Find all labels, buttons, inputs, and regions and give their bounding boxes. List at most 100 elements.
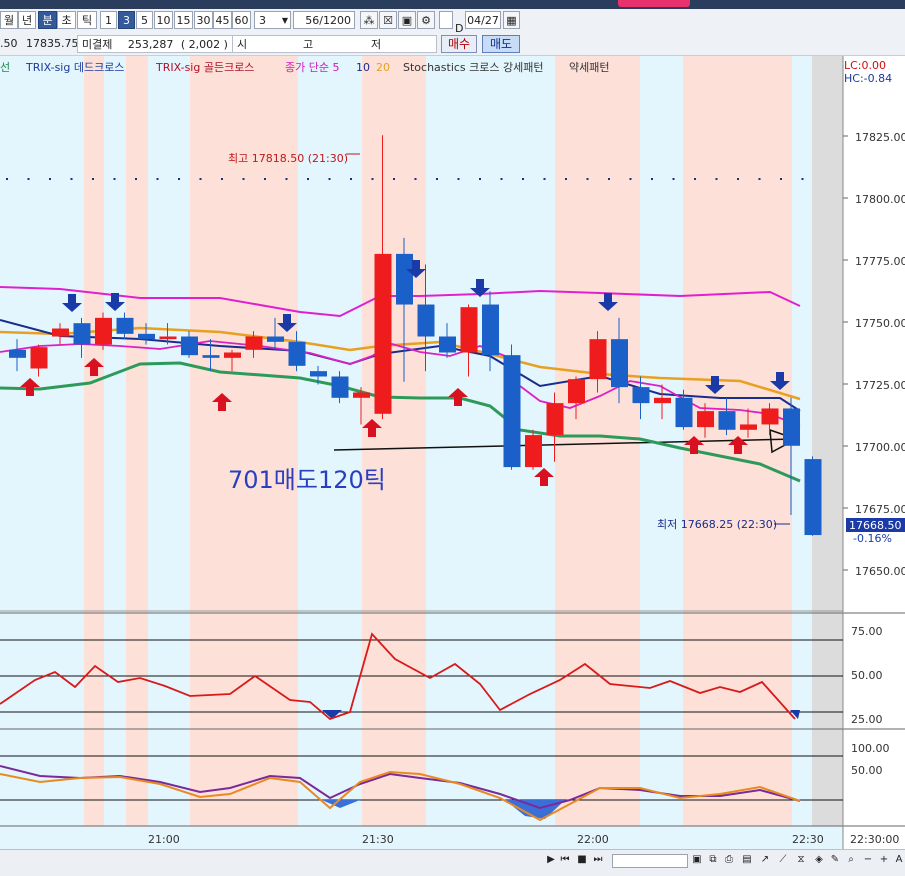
candle-body — [589, 339, 607, 380]
axis-anchor — [0, 56, 4, 57]
print-icon[interactable]: ⎙ — [722, 852, 736, 868]
dotted-level-marker — [500, 178, 503, 180]
price-tick: 17725.00 — [855, 379, 905, 392]
candle-body — [73, 323, 91, 345]
candle-body — [245, 336, 263, 350]
legend-stoch-bear: 약세패턴 — [569, 60, 609, 74]
sell-button[interactable]: 매도 — [482, 35, 520, 53]
low-label: 저 — [371, 38, 382, 51]
window-title-bar — [0, 0, 905, 9]
dotted-level-marker — [92, 178, 94, 180]
dotted-level-marker — [199, 178, 202, 180]
price-tick: 17750.00 — [855, 317, 905, 330]
current-price: 17835.75 — [26, 37, 79, 50]
chevron-down-icon: ▼ — [281, 16, 288, 25]
layout-icon[interactable]: ▣ — [690, 852, 704, 868]
trend-tool-icon[interactable]: ⟋ — [776, 852, 790, 868]
dotted-level-marker — [758, 178, 761, 180]
zoom-icon[interactable]: ⌕ — [844, 852, 858, 868]
dotted-level-marker — [672, 178, 675, 180]
interval-button-3[interactable]: 3 — [118, 11, 135, 29]
candle-body — [95, 317, 112, 345]
period-button-minute[interactable]: 분 — [38, 11, 57, 29]
candle-body — [353, 392, 370, 398]
dotted-level-marker — [780, 178, 782, 180]
chart-settings-icon[interactable]: ⁂ — [360, 11, 378, 29]
candle-body — [224, 352, 241, 358]
date-checkbox[interactable] — [439, 11, 453, 29]
plus-icon[interactable]: + — [878, 852, 890, 868]
interval-button-5[interactable]: 5 — [136, 11, 153, 29]
candle-body — [697, 411, 714, 428]
dotted-level-marker — [6, 178, 8, 180]
stoch-tick: 75.00 — [851, 625, 883, 638]
dotted-level-marker — [393, 178, 395, 180]
interval-button-10[interactable]: 10 — [154, 11, 173, 29]
interval-button-45[interactable]: 45 — [213, 11, 232, 29]
fib-tool-icon[interactable]: ⧖ — [794, 852, 808, 868]
title-bar-button[interactable] — [618, 0, 690, 7]
candle-body — [417, 304, 435, 337]
paint-icon[interactable]: ✎ — [828, 852, 842, 868]
current-price-tag: 17668.50 — [849, 519, 902, 532]
interval-button-60[interactable]: 60 — [232, 11, 251, 29]
lc-label: LC:0.00 — [844, 59, 886, 72]
open-label: 시 — [237, 38, 248, 51]
interval-button-1[interactable]: 1 — [100, 11, 117, 29]
buy-button[interactable]: 매수 — [441, 35, 477, 53]
scroll-first-icon[interactable]: ⏮ — [559, 852, 571, 868]
interval-select[interactable]: 3 ▼ — [254, 11, 291, 29]
high-annotation: 최고 17818.50 (21:30) — [228, 152, 348, 165]
dotted-level-marker — [70, 178, 73, 180]
period-button-second[interactable]: 초 — [57, 11, 76, 29]
dotted-level-marker — [49, 178, 51, 180]
legend-trix-dead: TRIX-sig 데드크로스 — [25, 61, 124, 74]
dotted-level-marker — [543, 178, 546, 180]
open-interest-label: 미결제 — [82, 38, 113, 51]
period-button-tick[interactable]: 틱 — [77, 11, 97, 29]
period-button-month[interactable]: 월 — [0, 11, 18, 29]
gear-icon[interactable]: ⚙ — [417, 11, 435, 29]
candle-body — [310, 371, 327, 377]
save-icon[interactable]: ▣ — [398, 11, 416, 29]
legend-trix-golden: TRIX-sig 골든크로스 — [155, 61, 254, 74]
shape-tool-icon[interactable]: ◈ — [812, 852, 826, 868]
calendar-icon[interactable]: ▦ — [503, 11, 520, 29]
dotted-level-marker — [565, 178, 567, 180]
interval-button-15[interactable]: 15 — [174, 11, 193, 29]
dotted-level-marker — [350, 178, 352, 180]
minus-icon[interactable]: − — [862, 852, 874, 868]
table-icon[interactable]: ▤ — [740, 852, 754, 868]
stop-icon[interactable]: ■ — [576, 852, 588, 868]
date-input[interactable]: 04/27 — [465, 11, 501, 29]
candle-body — [718, 411, 736, 430]
interval-button-30[interactable]: 30 — [194, 11, 213, 29]
dotted-level-marker — [608, 178, 610, 180]
legend-ma5: 종가 단순 5 — [285, 61, 339, 74]
dotted-level-marker — [522, 178, 524, 180]
time-axis-end-label: 22:30:00 — [850, 833, 899, 846]
candle-body — [611, 339, 628, 388]
price-tick: 17800.00 — [855, 193, 905, 206]
prev-price: .50 — [0, 37, 18, 50]
legend-item-0: 선 — [0, 61, 10, 74]
scroll-right-icon[interactable]: ▶ — [545, 852, 557, 868]
line-tool-icon[interactable]: ↗ — [758, 852, 772, 868]
cross-check-icon[interactable]: ☒ — [379, 11, 397, 29]
candle-body — [116, 317, 134, 334]
legend-ma10: 10 — [356, 61, 370, 74]
signal-band — [190, 56, 298, 826]
copy-icon[interactable]: ⧉ — [706, 852, 720, 868]
change-percent: -0.16% — [853, 532, 892, 545]
dotted-level-marker — [651, 178, 653, 180]
candle-body — [632, 387, 650, 404]
chart-area[interactable]: 선 TRIX-sig 데드크로스 TRIX-sig 골든크로스 종가 단순 5 … — [0, 56, 905, 849]
scroll-last-icon[interactable]: ⏭ — [592, 852, 604, 868]
candle-body — [460, 307, 478, 353]
count-display[interactable]: 56/1200 — [293, 11, 355, 29]
dotted-level-marker — [135, 178, 137, 180]
zoom-slider[interactable] — [612, 854, 688, 868]
candle-body — [52, 328, 69, 337]
period-button-year[interactable]: 년 — [18, 11, 36, 29]
font-size-icon[interactable]: A — [893, 852, 905, 868]
